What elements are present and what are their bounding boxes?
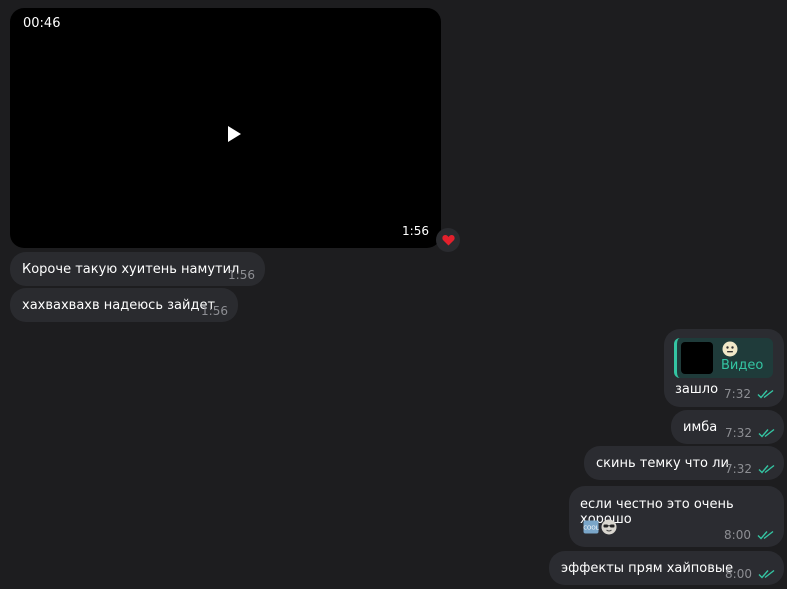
message-time: 7:32 bbox=[725, 426, 752, 440]
chat-area: 00:46 1:56 Короче такую хуитень намутил … bbox=[0, 0, 787, 589]
message-text: скинь темку что ли bbox=[596, 455, 729, 471]
reply-label: Видео bbox=[721, 358, 764, 373]
heart-icon bbox=[441, 235, 455, 246]
message-text: Короче такую хуитень намутил bbox=[22, 261, 240, 277]
message-time: 7:32 bbox=[725, 462, 752, 476]
heart-reaction[interactable] bbox=[436, 228, 460, 252]
video-duration: 00:46 bbox=[23, 16, 61, 31]
double-check-icon bbox=[758, 464, 775, 474]
message-time: 1:56 bbox=[402, 224, 429, 238]
message-text: хахвахвахв надеюсь зайдет bbox=[22, 297, 216, 313]
outgoing-message[interactable]: если честно это очень хорошо COOL 8:00 bbox=[569, 486, 784, 547]
outgoing-message[interactable]: скинь темку что ли 7:32 bbox=[584, 446, 784, 480]
double-check-icon bbox=[757, 530, 774, 540]
message-text: эффекты прям хайповые bbox=[561, 560, 734, 576]
message-time: 7:32 bbox=[724, 387, 751, 401]
sunglasses-face-icon bbox=[601, 519, 617, 535]
svg-text:COOL: COOL bbox=[583, 526, 599, 532]
incoming-message[interactable]: Короче такую хуитень намутил 1:56 bbox=[10, 252, 265, 286]
play-icon[interactable] bbox=[228, 126, 241, 142]
double-check-icon bbox=[758, 569, 775, 579]
double-check-icon bbox=[758, 428, 775, 438]
emoji-icon bbox=[722, 341, 738, 357]
message-text: зашло bbox=[675, 382, 719, 397]
message-time: 8:00 bbox=[724, 528, 751, 542]
reply-quote[interactable]: Видео bbox=[674, 338, 773, 378]
cool-icon: COOL bbox=[583, 520, 599, 534]
outgoing-message[interactable]: имба 7:32 bbox=[671, 410, 784, 444]
double-check-icon bbox=[757, 389, 774, 399]
message-time: 1:56 bbox=[228, 268, 255, 282]
video-message[interactable]: 00:46 1:56 bbox=[10, 8, 441, 248]
message-text: имба bbox=[683, 419, 718, 435]
video-thumbnail bbox=[681, 342, 713, 374]
message-time: 8:00 bbox=[725, 567, 752, 581]
outgoing-message[interactable]: эффекты прям хайповые 8:00 bbox=[549, 551, 784, 585]
outgoing-reply-message[interactable]: Видео зашло 7:32 bbox=[664, 329, 784, 407]
message-time: 1:56 bbox=[201, 304, 228, 318]
incoming-message[interactable]: хахвахвахв надеюсь зайдет 1:56 bbox=[10, 288, 238, 322]
